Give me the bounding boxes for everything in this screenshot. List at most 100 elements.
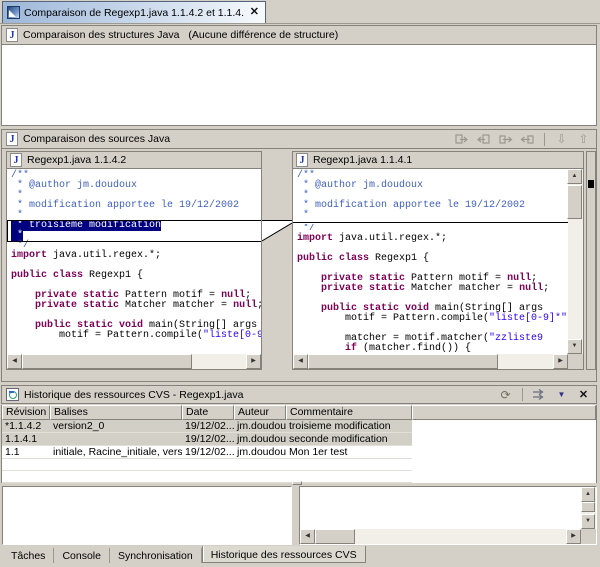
right-horizontal-scrollbar[interactable]: ◀ ▶ xyxy=(293,354,568,369)
source-compare-header: J Comparaison des sources Java ⇩ ⇧ xyxy=(2,130,596,149)
table-cell: Mon 1er test xyxy=(286,446,412,458)
table-cell: jm.doudoux xyxy=(234,433,286,445)
empty-table-row xyxy=(2,459,412,471)
structure-compare-note: (Aucune différence de structure) xyxy=(188,29,338,41)
compare-editor-tab[interactable]: Comparaison de Regexp1.java 1.1.4.2 et 1… xyxy=(2,1,266,23)
code-line: * modification apportee le 19/12/2002 xyxy=(11,201,261,211)
comment-text-area[interactable] xyxy=(2,486,292,545)
scroll-down-icon[interactable]: ▼ xyxy=(567,339,582,354)
scroll-right-icon[interactable]: ▶ xyxy=(246,354,261,369)
code-line: public class Regexp1 { xyxy=(297,254,568,264)
view-close-icon[interactable]: ✕ xyxy=(575,387,592,403)
table-row[interactable]: 1.1.4.119/12/02...jm.doudouxseconde modi… xyxy=(2,433,412,446)
table-cell: initiale, Racine_initiale, version1... xyxy=(50,446,182,458)
table-cell: jm.doudoux xyxy=(234,420,286,432)
diff-overview-ruler[interactable] xyxy=(586,151,596,370)
right-code-area-bottom[interactable]: */import java.util.regex.*;public class … xyxy=(293,224,568,354)
copy-current-left-to-right-icon[interactable] xyxy=(497,131,514,147)
toolbar-separator xyxy=(522,388,523,401)
table-cell: 19/12/02... xyxy=(182,420,234,432)
scroll-left-icon[interactable]: ◀ xyxy=(7,354,22,369)
right-pane-title: Regexp1.java 1.1.4.1 xyxy=(313,154,412,166)
source-compare-body: J Regexp1.java 1.1.4.2 /** * @author jm.… xyxy=(2,149,596,380)
source-compare-section: J Comparaison des sources Java ⇩ ⇧ xyxy=(1,129,597,382)
table-cell: jm.doudoux xyxy=(234,446,286,458)
editor-tab-title: Comparaison de Regexp1.java 1.1.4.2 et 1… xyxy=(24,7,244,19)
left-compare-pane: J Regexp1.java 1.1.4.2 /** * @author jm.… xyxy=(6,151,262,370)
diff-overview-marker[interactable] xyxy=(588,180,594,188)
diff-connector-shape xyxy=(262,151,292,370)
tags-text-area[interactable]: ▲ ▼ ◀ ▶ xyxy=(299,486,597,545)
java-source-icon: J xyxy=(6,132,18,146)
source-compare-title: Comparaison des sources Java xyxy=(23,133,170,145)
refresh-icon[interactable]: ⟳ xyxy=(497,387,514,403)
table-row[interactable]: *1.1.4.2version2_019/12/02...jm.doudouxt… xyxy=(2,420,412,433)
java-structure-icon: J xyxy=(6,28,18,42)
view-menu-icon[interactable]: ▼ xyxy=(553,387,570,403)
cvs-history-header: Historique des ressources CVS - Regexp1.… xyxy=(1,385,597,404)
revision-table: RévisionBalisesDateAuteurCommentaire *1.… xyxy=(1,405,597,483)
structure-compare-section: J Comparaison des structures Java (Aucun… xyxy=(1,25,597,126)
scroll-right-icon[interactable]: ▶ xyxy=(553,354,568,369)
code-line: * modification apportee le 19/12/2002 xyxy=(297,201,568,211)
code-line: * xyxy=(297,211,568,221)
eclipse-compare-window: Comparaison de Regexp1.java 1.1.4.2 et 1… xyxy=(0,0,600,567)
column-header-0[interactable]: Révision xyxy=(2,405,50,420)
view-tab-console[interactable]: Console xyxy=(54,548,110,563)
scroll-thumb[interactable] xyxy=(308,354,498,369)
toolbar-separator xyxy=(544,133,545,146)
left-pane-header: J Regexp1.java 1.1.4.2 xyxy=(7,152,261,169)
vertical-scrollbar[interactable]: ▲ ▼ xyxy=(581,487,596,529)
next-difference-icon[interactable]: ⇩ xyxy=(553,131,570,147)
java-file-icon: J xyxy=(10,153,22,167)
right-compare-pane: J Regexp1.java 1.1.4.1 /** * @author jm.… xyxy=(292,151,584,370)
scroll-thumb[interactable] xyxy=(567,185,582,219)
column-header-2[interactable]: Date xyxy=(182,405,234,420)
right-code-area-top[interactable]: /** * @author jm.doudoux * * modificatio… xyxy=(293,169,568,224)
copy-all-right-to-left-icon[interactable] xyxy=(475,131,492,147)
column-header-3[interactable]: Auteur xyxy=(234,405,286,420)
scroll-thumb[interactable] xyxy=(581,502,595,512)
copy-current-right-to-left-icon[interactable] xyxy=(519,131,536,147)
link-with-editor-icon[interactable] xyxy=(531,387,548,403)
horizontal-scrollbar[interactable]: ◀ ▶ xyxy=(300,529,581,544)
previous-difference-icon[interactable]: ⇧ xyxy=(575,131,592,147)
left-pane-title: Regexp1.java 1.1.4.2 xyxy=(27,154,126,166)
column-header-1[interactable]: Balises xyxy=(50,405,182,420)
structure-compare-header: J Comparaison des structures Java (Aucun… xyxy=(2,26,596,45)
scroll-down-icon[interactable]: ▼ xyxy=(581,514,595,529)
editor-tab-bar: Comparaison de Regexp1.java 1.1.4.2 et 1… xyxy=(0,0,600,24)
code-line: motif = Pattern.compile("liste[0-9]*" xyxy=(297,314,568,324)
left-code-area[interactable]: /** * @author jm.doudoux * * modificatio… xyxy=(7,169,261,354)
scroll-left-icon[interactable]: ◀ xyxy=(293,354,308,369)
scroll-up-icon[interactable]: ▲ xyxy=(567,169,582,184)
copy-all-left-to-right-icon[interactable] xyxy=(453,131,470,147)
table-cell: seconde modification xyxy=(286,433,412,445)
code-line: * troisieme modification xyxy=(11,221,261,231)
code-line: * @author jm.doudoux xyxy=(11,181,261,191)
empty-table-row xyxy=(2,471,412,483)
scrollbar-corner xyxy=(568,354,583,369)
table-cell: 1.1 xyxy=(2,446,50,458)
column-header-4[interactable]: Commentaire xyxy=(286,405,412,420)
scroll-thumb[interactable] xyxy=(315,529,355,544)
right-vertical-scrollbar[interactable]: ▲ ▼ xyxy=(568,169,583,354)
scroll-right-icon[interactable]: ▶ xyxy=(566,529,581,544)
view-tab-t-ches[interactable]: Tâches xyxy=(3,548,54,563)
code-line: import java.util.regex.*; xyxy=(11,251,261,261)
code-line: * @author jm.doudoux xyxy=(297,181,568,191)
view-tab-synchronisation[interactable]: Synchronisation xyxy=(110,548,202,563)
view-tab-historique-des-ressources-cvs[interactable]: Historique des ressources CVS xyxy=(202,546,366,563)
scroll-thumb[interactable] xyxy=(22,354,192,369)
compare-editor-icon xyxy=(7,6,20,19)
sash-handle[interactable] xyxy=(292,481,302,485)
scroll-left-icon[interactable]: ◀ xyxy=(300,529,315,544)
scrollbar-corner xyxy=(581,529,596,544)
scroll-up-icon[interactable]: ▲ xyxy=(581,487,595,502)
table-row[interactable]: 1.1initiale, Racine_initiale, version1..… xyxy=(2,446,412,459)
left-horizontal-scrollbar[interactable]: ◀ ▶ xyxy=(7,354,261,369)
code-line: motif = Pattern.compile("liste[0-9]*" xyxy=(11,331,261,341)
editor-tab-close-icon[interactable]: ✕ xyxy=(248,7,261,18)
column-header-filler xyxy=(412,405,596,420)
table-cell: 1.1.4.1 xyxy=(2,433,50,445)
